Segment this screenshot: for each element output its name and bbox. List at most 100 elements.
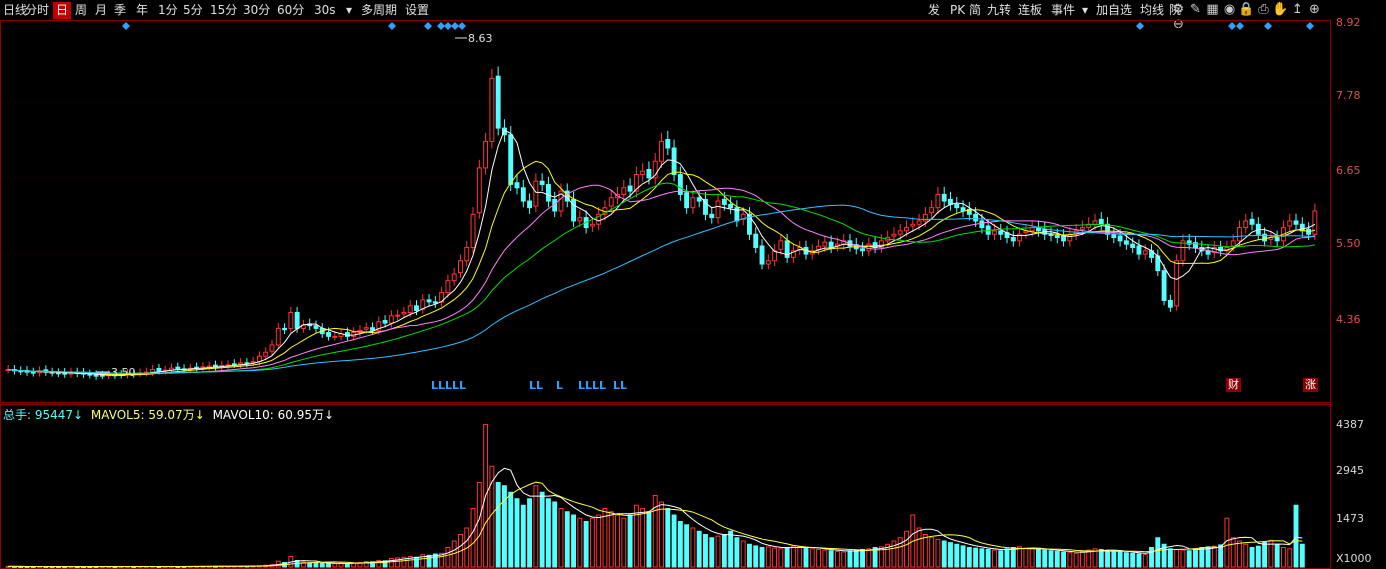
finance-tag[interactable]: 财 bbox=[1226, 378, 1241, 392]
candle-body bbox=[935, 193, 941, 209]
volume-bar bbox=[677, 521, 683, 568]
candle-body bbox=[401, 311, 407, 315]
candle-body bbox=[489, 77, 495, 142]
candle-body bbox=[690, 197, 696, 209]
volume-bar bbox=[1155, 537, 1161, 568]
volume-bar bbox=[1017, 546, 1023, 568]
signal-diamond-icon bbox=[388, 22, 396, 30]
candle-body bbox=[577, 217, 583, 222]
candle-body bbox=[1092, 220, 1098, 225]
volume-bar bbox=[571, 514, 576, 568]
volume-bar bbox=[690, 527, 696, 568]
candle-body bbox=[520, 187, 526, 202]
candle-body bbox=[432, 301, 438, 304]
ma10-line bbox=[8, 160, 1316, 376]
candle-body bbox=[150, 368, 156, 373]
volume-bar bbox=[533, 485, 539, 568]
signal-diamond-icon bbox=[444, 22, 452, 30]
volume-bar bbox=[721, 534, 727, 568]
price-tick-label: 6.65 bbox=[1336, 164, 1361, 177]
volume-bar bbox=[332, 563, 338, 568]
volume-bar bbox=[1073, 552, 1079, 568]
candle-body bbox=[175, 366, 181, 370]
candle-body bbox=[238, 362, 244, 365]
candle-body bbox=[916, 220, 922, 225]
volume-bar bbox=[1180, 549, 1186, 568]
candle-body bbox=[275, 327, 281, 346]
volume-bar bbox=[828, 550, 834, 568]
candle-body bbox=[866, 243, 872, 252]
volume-bar bbox=[1023, 547, 1029, 568]
candle-body bbox=[527, 200, 533, 209]
signal-diamond-icon bbox=[458, 22, 466, 30]
candle-body bbox=[1010, 237, 1016, 242]
candle-body bbox=[545, 183, 551, 202]
volume-bar bbox=[621, 517, 627, 568]
ma30-line bbox=[8, 182, 1315, 374]
volume-bar bbox=[747, 543, 752, 568]
candle-body bbox=[414, 305, 419, 311]
volume-bar bbox=[1211, 545, 1217, 568]
volume-bar bbox=[765, 546, 771, 568]
candle-body bbox=[1079, 227, 1085, 230]
volume-bar bbox=[998, 550, 1004, 568]
volume-bar bbox=[1287, 548, 1293, 568]
high-price-label: 8.63 bbox=[468, 32, 493, 45]
volume-bar bbox=[1010, 547, 1016, 568]
candle-body bbox=[282, 327, 288, 331]
volume-bar bbox=[728, 530, 734, 568]
candle-body bbox=[1054, 235, 1060, 239]
volume-bar bbox=[1117, 551, 1123, 568]
volume-bar bbox=[790, 545, 796, 568]
price-tick-label: 7.78 bbox=[1336, 89, 1361, 102]
volume-bar bbox=[1243, 543, 1249, 568]
candle-body bbox=[1230, 240, 1236, 247]
total-volume-label: 总手: 95447↓ bbox=[3, 408, 84, 422]
volume-bar bbox=[313, 562, 319, 568]
volume-bar bbox=[822, 549, 828, 568]
candle-body bbox=[941, 193, 947, 202]
candle-body bbox=[759, 245, 765, 265]
volume-bar bbox=[941, 540, 947, 568]
volume-bar bbox=[834, 550, 840, 568]
volume-bar bbox=[1299, 543, 1305, 568]
volume-bar bbox=[897, 537, 903, 568]
candle-body bbox=[1117, 235, 1123, 242]
candle-body bbox=[332, 335, 338, 338]
volume-bar bbox=[1111, 550, 1117, 568]
candle-body bbox=[288, 311, 294, 330]
ll-group-3: L bbox=[556, 379, 564, 392]
candle-body bbox=[263, 351, 269, 357]
volume-bar bbox=[860, 548, 865, 568]
candle-body bbox=[929, 207, 935, 214]
limit-up-tag[interactable]: 涨 bbox=[1303, 378, 1318, 392]
candle-body bbox=[1130, 243, 1136, 248]
candle-body bbox=[960, 207, 966, 212]
candle-body bbox=[904, 227, 909, 232]
candle-body bbox=[640, 170, 646, 176]
candle-body bbox=[608, 197, 614, 207]
candle-body bbox=[326, 332, 331, 337]
candle-body bbox=[979, 220, 985, 229]
candle-body bbox=[269, 344, 275, 352]
volume-bar bbox=[1280, 547, 1286, 568]
candle-body bbox=[508, 134, 514, 185]
volume-bar bbox=[1079, 550, 1085, 568]
volume-bar bbox=[589, 517, 595, 568]
signal-diamond-icon bbox=[1306, 22, 1314, 30]
volume-bar bbox=[973, 547, 979, 568]
candle-body bbox=[973, 213, 979, 222]
volume-bar bbox=[1255, 545, 1261, 568]
volume-bar bbox=[778, 548, 784, 568]
volume-bar bbox=[558, 508, 564, 568]
candle-body bbox=[753, 233, 759, 248]
candle-body bbox=[816, 245, 822, 250]
volume-bar bbox=[847, 550, 853, 568]
candle-body bbox=[495, 75, 501, 129]
volume-bar bbox=[772, 547, 778, 568]
candle-body bbox=[1249, 218, 1255, 225]
volume-bar bbox=[495, 482, 501, 568]
volume-bar bbox=[1054, 550, 1060, 568]
candle-body bbox=[1174, 260, 1180, 307]
volume-bar bbox=[640, 508, 646, 568]
